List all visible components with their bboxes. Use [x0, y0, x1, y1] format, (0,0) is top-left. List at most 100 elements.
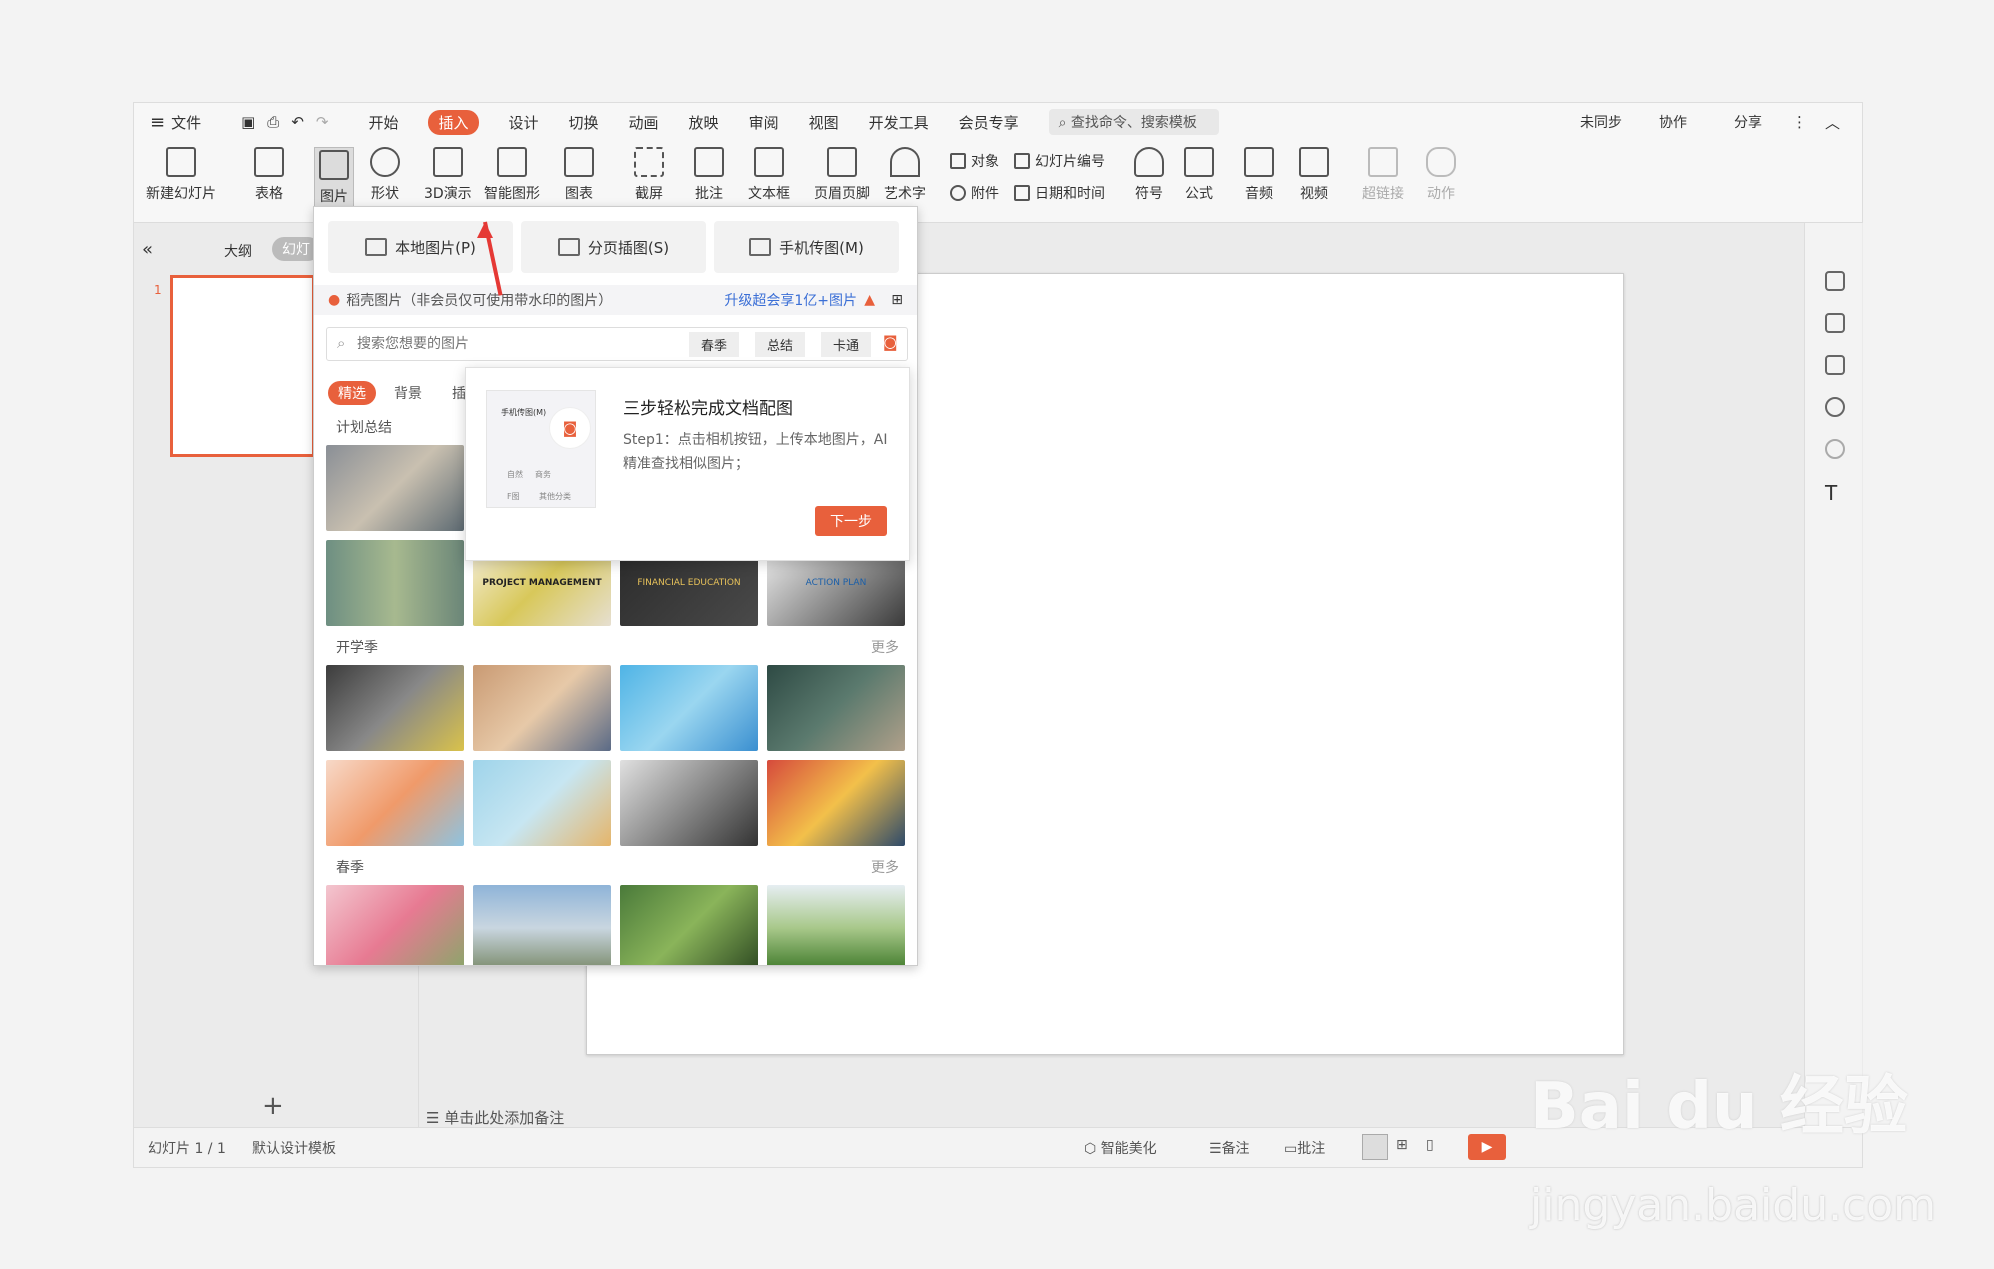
image-tile[interactable] — [473, 885, 611, 965]
add-slide-button[interactable]: + — [262, 1091, 284, 1121]
menu-developer[interactable]: 开发工具 — [869, 112, 929, 133]
picture-button[interactable]: 图片 — [314, 147, 354, 209]
paged-picture-button[interactable]: 分页插图(S) — [521, 221, 706, 273]
image-tile[interactable] — [620, 760, 758, 846]
new-slide-icon — [166, 147, 196, 177]
action-button[interactable]: 动作 — [1426, 147, 1456, 203]
grid-view-icon[interactable]: ⊞ — [1396, 1137, 1408, 1153]
image-caption: FINANCIAL EDUCATION — [637, 578, 741, 588]
3d-button[interactable]: 3D演示 — [424, 147, 472, 203]
image-caption: PROJECT MANAGEMENT — [482, 578, 602, 588]
new-slide-button[interactable]: 新建幻灯片 — [146, 147, 216, 203]
text-icon[interactable]: T — [1825, 481, 1845, 505]
hyperlink-button[interactable]: 超链接 — [1362, 147, 1404, 203]
tab-background[interactable]: 背景 — [394, 383, 422, 403]
menu-transition[interactable]: 切换 — [569, 112, 599, 133]
save-icon[interactable]: ▣ — [241, 113, 255, 131]
menu-insert[interactable]: 插入 — [428, 109, 479, 135]
image-tile[interactable] — [326, 760, 464, 846]
undo-icon[interactable]: ↶ — [291, 113, 304, 131]
smartart-label: 智能图形 — [484, 186, 540, 202]
attachment-button[interactable]: 附件 — [950, 183, 999, 203]
apps-grid-icon[interactable]: ⊞ — [891, 292, 903, 308]
menu-member[interactable]: 会员专享 — [959, 112, 1019, 133]
image-tile[interactable] — [767, 665, 905, 751]
copy-icon[interactable] — [1825, 355, 1845, 375]
formula-button[interactable]: 公式 — [1184, 147, 1214, 203]
menu-icon[interactable]: ≡ — [150, 112, 165, 133]
comment-button[interactable]: 批注 — [694, 147, 724, 203]
more-icon[interactable]: ⋮ — [1792, 113, 1807, 131]
image-tile[interactable] — [473, 665, 611, 751]
image-tile[interactable] — [767, 885, 905, 965]
image-tile[interactable] — [473, 760, 611, 846]
file-menu[interactable]: 文件 — [171, 112, 201, 133]
video-button[interactable]: 视频 — [1299, 147, 1329, 203]
play-button[interactable]: ▶ — [1468, 1134, 1506, 1160]
tab-illustration[interactable]: 插 — [452, 383, 466, 403]
collapse-ribbon-icon[interactable]: ︿ — [1825, 112, 1840, 133]
tag-spring[interactable]: 春季 — [689, 332, 740, 357]
comments-button[interactable]: ▭批注 — [1284, 1138, 1325, 1158]
menu-slideshow[interactable]: 放映 — [689, 112, 719, 133]
screenshot-button[interactable]: 截屏 — [634, 147, 664, 203]
header-footer-button[interactable]: 页眉页脚 — [814, 147, 870, 203]
menu-view[interactable]: 视图 — [809, 112, 839, 133]
object-button[interactable]: 对象 — [950, 151, 999, 171]
symbol-button[interactable]: 符号 — [1134, 147, 1164, 203]
image-tile[interactable] — [326, 665, 464, 751]
audio-button[interactable]: 音频 — [1244, 147, 1274, 203]
beautify-button[interactable]: ⬡ 智能美化 — [1084, 1138, 1157, 1158]
notes-button[interactable]: ☰备注 — [1209, 1138, 1250, 1158]
picture-search-input[interactable] — [357, 332, 597, 356]
sync-status[interactable]: 未同步 — [1580, 112, 1622, 132]
shape-icon — [370, 147, 400, 177]
datetime-button[interactable]: 日期和时间 — [1014, 183, 1105, 203]
image-tile[interactable] — [326, 540, 464, 626]
share-button[interactable]: 分享 — [1734, 112, 1762, 132]
star-icon[interactable] — [1825, 313, 1845, 333]
menu-animation[interactable]: 动画 — [629, 112, 659, 133]
menu-design[interactable]: 设计 — [509, 112, 539, 133]
smartart-button[interactable]: 智能图形 — [484, 147, 540, 203]
print-icon[interactable]: ⎙ — [267, 113, 279, 131]
new-slide-label: 新建幻灯片 — [146, 186, 216, 202]
wordart-button[interactable]: 艺术字 — [884, 147, 926, 203]
command-search[interactable]: ⌕ 查找命令、搜索模板 — [1048, 109, 1219, 135]
image-tile[interactable] — [620, 885, 758, 965]
image-tile[interactable] — [326, 885, 464, 965]
normal-view-icon[interactable] — [1362, 1134, 1388, 1160]
image-icon — [365, 238, 388, 256]
tag-summary[interactable]: 总结 — [755, 332, 806, 357]
upgrade-link[interactable]: 升级超会享1亿+图片 — [724, 290, 857, 310]
tab-outline[interactable]: 大纲 — [224, 241, 252, 261]
settings-sliders-icon[interactable] — [1825, 271, 1845, 291]
slide-thumbnail[interactable] — [170, 275, 315, 457]
menu-start[interactable]: 开始 — [368, 112, 398, 133]
chart-button[interactable]: 图表 — [564, 147, 594, 203]
more-link[interactable]: 更多 — [871, 857, 899, 877]
more-link[interactable]: 更多 — [871, 637, 899, 657]
bulb-icon[interactable] — [1825, 439, 1845, 459]
tab-featured[interactable]: 精选 — [328, 381, 376, 405]
phone-picture-button[interactable]: 手机传图(M) — [714, 221, 899, 273]
tag-cartoon[interactable]: 卡通 — [821, 332, 872, 357]
collab-button[interactable]: 协作 — [1659, 112, 1687, 132]
textbox-button[interactable]: 文本框 — [748, 147, 790, 203]
notes-placeholder[interactable]: ☰ 单击此处添加备注 — [426, 1107, 564, 1128]
collapse-pane-icon[interactable]: « — [142, 239, 153, 260]
reading-view-icon[interactable]: ▯ — [1426, 1137, 1434, 1153]
shape-button[interactable]: 形状 — [370, 147, 400, 203]
slide-number-button[interactable]: 幻灯片编号 — [1014, 151, 1105, 171]
menu-review[interactable]: 审阅 — [749, 112, 779, 133]
image-tile[interactable] — [767, 760, 905, 846]
table-button[interactable]: 表格 — [254, 147, 284, 203]
video-label: 视频 — [1300, 186, 1328, 202]
image-tile[interactable] — [326, 445, 464, 531]
camera-icon[interactable]: ◙ — [883, 333, 898, 351]
help-icon[interactable] — [1825, 397, 1845, 417]
image-tile[interactable] — [620, 665, 758, 751]
next-step-button[interactable]: 下一步 — [815, 506, 887, 536]
redo-icon[interactable]: ↷ — [316, 113, 329, 131]
template-name[interactable]: 默认设计模板 — [252, 1138, 336, 1158]
